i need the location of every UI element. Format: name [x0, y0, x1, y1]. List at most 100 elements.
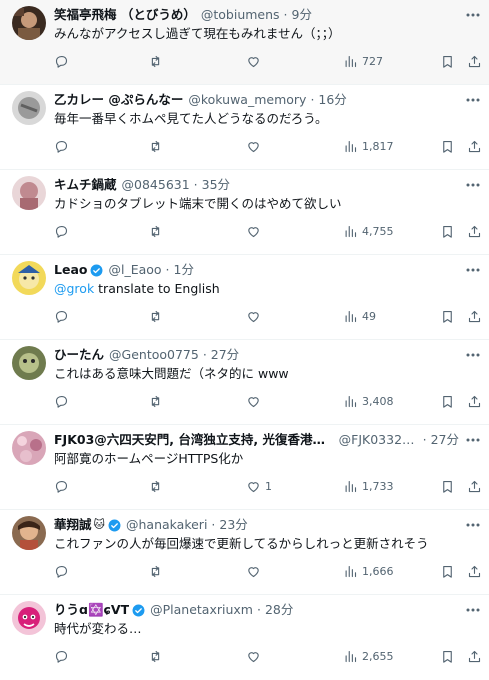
user-handle[interactable]: @0845631	[122, 176, 190, 194]
tweet[interactable]: りうɑ✡️ɕVT @Planetaxriuxm · 28分 時代が変わる… 2,…	[0, 595, 489, 680]
views-button[interactable]: 2,655	[343, 647, 394, 665]
user-handle[interactable]: @kokuwa_memory	[188, 91, 306, 109]
retweet-button[interactable]	[148, 647, 163, 665]
more-options-icon[interactable]	[463, 261, 483, 279]
user-handle[interactable]: @Planetaxriuxm	[150, 601, 253, 619]
more-options-icon[interactable]	[463, 91, 483, 109]
share-button[interactable]	[467, 647, 482, 665]
timestamp[interactable]: · 27分	[199, 346, 239, 364]
bookmark-button[interactable]	[440, 137, 455, 155]
bookmark-button[interactable]	[440, 392, 455, 410]
tweet[interactable]: 乙カレー @ぷらんなー @kokuwa_memory · 16分 毎年一番早くホ…	[0, 85, 489, 170]
like-button[interactable]	[246, 222, 261, 240]
more-options-icon[interactable]	[463, 431, 483, 449]
reply-button[interactable]	[54, 647, 69, 665]
avatar[interactable]	[12, 431, 46, 465]
reply-button[interactable]	[54, 52, 69, 70]
user-handle[interactable]: @l_Eaoo	[108, 261, 161, 279]
tweet[interactable]: Leao @l_Eaoo · 1分 @grok translate to Eng…	[0, 255, 489, 340]
reply-button[interactable]	[54, 137, 69, 155]
tweet[interactable]: ひーたん @Gentoo0775 · 27分 これはある意味大問題だ（ネタ的に …	[0, 340, 489, 425]
avatar[interactable]	[12, 261, 46, 295]
timestamp[interactable]: · 23分	[207, 516, 247, 534]
timestamp[interactable]: · 27分	[419, 431, 459, 449]
user-handle[interactable]: @hanakakeri	[126, 516, 207, 534]
more-options-icon[interactable]	[463, 6, 483, 24]
share-button[interactable]	[467, 477, 482, 495]
bookmark-button[interactable]	[440, 52, 455, 70]
bookmark-button[interactable]	[440, 307, 455, 325]
retweet-button[interactable]	[148, 222, 163, 240]
retweet-button[interactable]	[148, 562, 163, 580]
avatar[interactable]	[12, 176, 46, 210]
display-name[interactable]: 笑福亭飛梅 （とびうめ）	[54, 6, 196, 24]
display-name[interactable]: FJK03@六四天安門, 台湾独立支持, 光復香港時代...	[54, 431, 334, 449]
bookmark-button[interactable]	[440, 222, 455, 240]
like-button[interactable]	[246, 52, 261, 70]
reply-button[interactable]	[54, 222, 69, 240]
tweet[interactable]: 華翔誠 🐱 @hanakakeri · 23分 これファンの人が毎回爆速で更新し…	[0, 510, 489, 595]
views-button[interactable]: 1,817	[343, 137, 394, 155]
tweet[interactable]: 笑福亭飛梅 （とびうめ） @tobiumens · 9分 みんながアクセスし過ぎ…	[0, 0, 489, 85]
views-button[interactable]: 3,408	[343, 392, 394, 410]
verified-badge-icon	[91, 264, 103, 276]
display-name[interactable]: 乙カレー @ぷらんなー	[54, 91, 183, 109]
bookmark-button[interactable]	[440, 647, 455, 665]
reply-button[interactable]	[54, 307, 69, 325]
timestamp[interactable]: · 9分	[280, 6, 312, 24]
views-button[interactable]: 1,733	[343, 477, 394, 495]
views-button[interactable]: 1,666	[343, 562, 394, 580]
like-button[interactable]	[246, 307, 261, 325]
share-button[interactable]	[467, 392, 482, 410]
bookmark-button[interactable]	[440, 562, 455, 580]
retweet-button[interactable]	[148, 477, 163, 495]
share-button[interactable]	[467, 137, 482, 155]
like-button[interactable]	[246, 562, 261, 580]
retweet-icon	[151, 395, 160, 407]
timestamp[interactable]: · 16分	[306, 91, 346, 109]
display-name[interactable]: りうɑ✡️ɕVT	[54, 601, 129, 619]
tweet[interactable]: FJK03@六四天安門, 台湾独立支持, 光復香港時代... @FJK03323…	[0, 425, 489, 510]
like-button[interactable]	[246, 647, 261, 665]
share-button[interactable]	[467, 562, 482, 580]
retweet-button[interactable]	[148, 52, 163, 70]
reply-button[interactable]	[54, 392, 69, 410]
more-options-icon[interactable]	[463, 516, 483, 534]
share-button[interactable]	[467, 307, 482, 325]
reply-button[interactable]	[54, 562, 69, 580]
like-button[interactable]: 1	[246, 477, 272, 495]
retweet-icon	[151, 225, 160, 237]
user-handle[interactable]: @FJK033232...	[339, 431, 419, 449]
mention-link[interactable]: @grok	[54, 281, 94, 296]
avatar[interactable]	[12, 346, 46, 380]
timestamp[interactable]: · 28分	[253, 601, 293, 619]
avatar[interactable]	[12, 6, 46, 40]
reply-button[interactable]	[54, 477, 69, 495]
bookmark-button[interactable]	[440, 477, 455, 495]
display-name[interactable]: ひーたん	[54, 346, 104, 364]
user-handle[interactable]: @tobiumens	[201, 6, 280, 24]
retweet-button[interactable]	[148, 392, 163, 410]
like-button[interactable]	[246, 137, 261, 155]
views-button[interactable]: 727	[343, 52, 383, 70]
share-button[interactable]	[467, 222, 482, 240]
retweet-button[interactable]	[148, 307, 163, 325]
views-button[interactable]: 49	[343, 307, 376, 325]
avatar[interactable]	[12, 601, 46, 635]
display-name[interactable]: 華翔誠	[54, 516, 92, 534]
more-options-icon[interactable]	[463, 176, 483, 194]
share-button[interactable]	[467, 52, 482, 70]
like-button[interactable]	[246, 392, 261, 410]
timestamp[interactable]: · 35分	[190, 176, 230, 194]
tweet[interactable]: キムチ鍋蔵 @0845631 · 35分 カドショのタブレット端末で開くのはやめ…	[0, 170, 489, 255]
display-name[interactable]: Leao	[54, 261, 87, 279]
user-handle[interactable]: @Gentoo0775	[109, 346, 199, 364]
avatar[interactable]	[12, 91, 46, 125]
avatar[interactable]	[12, 516, 46, 550]
display-name[interactable]: キムチ鍋蔵	[54, 176, 117, 194]
timestamp[interactable]: · 1分	[162, 261, 194, 279]
retweet-button[interactable]	[148, 137, 163, 155]
views-button[interactable]: 4,755	[343, 222, 394, 240]
more-options-icon[interactable]	[463, 346, 483, 364]
more-options-icon[interactable]	[463, 601, 483, 619]
